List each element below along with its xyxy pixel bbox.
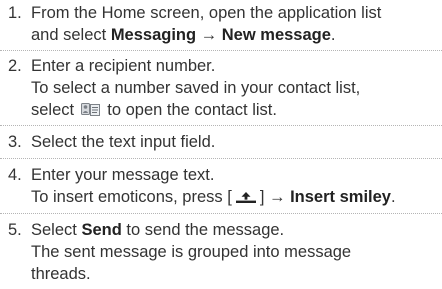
text-run: ] → <box>259 188 291 206</box>
menu-option-insert-smiley: Insert smiley <box>290 188 391 206</box>
step-text: Enter a recipient number. To select a nu… <box>31 55 440 121</box>
contact-list-icon <box>80 102 101 118</box>
text-run: Select <box>31 221 82 239</box>
step-line: select to open the contact list. <box>31 99 440 121</box>
step-line: Enter your message text. <box>31 166 215 184</box>
step-line: To select a number saved in your contact… <box>31 79 361 97</box>
step-line: and select Messaging → New message. <box>31 24 440 46</box>
divider <box>0 50 442 51</box>
step-line: Select Send to send the message. <box>31 219 440 241</box>
step-line: Enter a recipient number. <box>31 57 216 75</box>
divider <box>0 125 442 126</box>
text-run: . <box>390 188 396 206</box>
step-line: threads. <box>31 265 91 283</box>
step-number: 5. <box>8 221 22 239</box>
step-number: 4. <box>8 166 22 184</box>
step-line: To insert emoticons, press [ ] → Insert … <box>31 186 440 208</box>
text-run: . <box>330 26 336 44</box>
text-run: select <box>31 101 79 119</box>
text-run: to send the message. <box>121 221 285 239</box>
step-line: The sent message is grouped into message <box>31 243 352 261</box>
divider <box>0 158 442 159</box>
text-run: To insert emoticons, press [ <box>31 188 232 206</box>
text-run: and select <box>31 26 111 44</box>
step-text: Select the text input field. <box>31 131 440 153</box>
step-number: 2. <box>8 57 22 75</box>
step-number: 1. <box>8 4 22 22</box>
divider <box>0 213 442 214</box>
step-line: Select the text input field. <box>31 133 216 151</box>
step-line: From the Home screen, open the applicati… <box>31 4 382 22</box>
step-text: Select Send to send the message. The sen… <box>31 219 440 285</box>
menu-path-new-message: New message <box>221 26 331 44</box>
text-run: to open the contact list. <box>102 101 277 119</box>
arrow-separator: → <box>196 26 222 44</box>
step-number: 3. <box>8 133 22 151</box>
send-label: Send <box>81 221 122 239</box>
instruction-steps: 1. From the Home screen, open the applic… <box>0 0 442 289</box>
step-text: From the Home screen, open the applicati… <box>31 2 440 46</box>
step-text: Enter your message text. To insert emoti… <box>31 164 440 208</box>
menu-key-icon <box>232 187 260 203</box>
menu-path-messaging: Messaging <box>110 26 197 44</box>
